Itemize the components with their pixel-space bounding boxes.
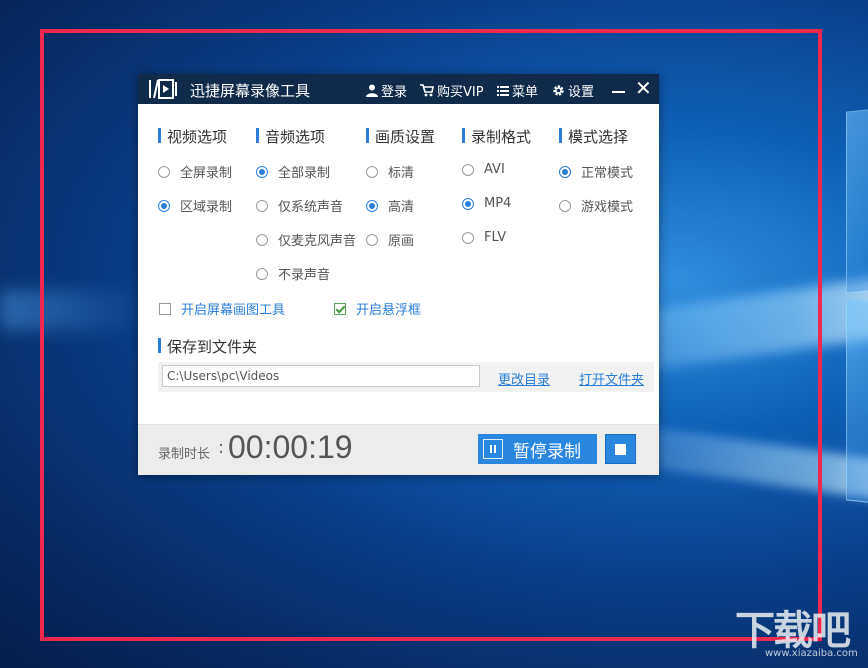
format-flv-option[interactable]: FLV [462,230,506,245]
site-watermark: 下载吧 www.xiazaiba.com [735,598,865,664]
stop-icon [615,444,626,455]
stop-recording-button[interactable] [605,434,636,464]
duration-colon: : [218,437,225,458]
option-label: 全部录制 [278,166,331,181]
option-label: AVI [484,162,505,177]
buy-vip-button[interactable]: 购买VIP [420,81,484,100]
option-label: 正常模式 [581,166,634,181]
float-window-label: 开启悬浮框 [356,303,422,318]
mode-game-option[interactable]: 游戏模式 [559,196,633,215]
quality-sd-option[interactable]: 标清 [366,162,414,181]
recording-status-bar: 录制时长 : 00:00:19 暂停录制 [138,424,659,475]
title-bar[interactable]: 迅捷屏幕录像工具 登录 购买VIP 菜单 设置 ✕ [138,74,659,104]
user-icon [366,84,378,97]
radio-unchecked-icon [256,233,268,246]
quality-hd-option[interactable]: 高清 [366,196,414,215]
list-menu-icon [497,85,509,96]
option-label: 仅系统声音 [278,200,344,215]
format-mp4-option[interactable]: MP4 [462,196,511,211]
option-label: 不录声音 [278,268,331,283]
radio-checked-icon [158,199,170,212]
video-fullscreen-option[interactable]: 全屏录制 [158,162,232,181]
settings-button[interactable]: 设置 [552,81,594,100]
radio-unchecked-icon [462,231,474,244]
pause-icon [483,439,503,459]
radio-unchecked-icon [366,165,378,178]
close-icon: ✕ [635,76,652,100]
option-label: 仅麦克风声音 [278,234,357,249]
record-format-heading: 录制格式 [462,126,531,147]
checkbox-unchecked-icon [159,302,171,315]
option-label: 区域录制 [180,200,233,215]
radio-unchecked-icon [158,165,170,178]
watermark-url: www.xiazaiba.com [765,648,858,659]
radio-checked-icon [256,165,268,178]
option-label: 原画 [388,234,415,249]
open-folder-link[interactable]: 打开文件夹 [579,369,644,388]
app-title: 迅捷屏幕录像工具 [190,82,311,100]
option-label: 游戏模式 [581,200,634,215]
desktop-window-logo-pane [846,108,868,294]
radio-unchecked-icon [256,267,268,280]
menu-button[interactable]: 菜单 [497,81,538,100]
audio-none-option[interactable]: 不录声音 [256,264,330,283]
app-logo-icon [149,79,177,99]
video-region-option[interactable]: 区域录制 [158,196,232,215]
option-label: MP4 [484,196,512,211]
pause-recording-label: 暂停录制 [513,441,581,462]
gear-icon [553,85,564,96]
login-label: 登录 [381,85,408,100]
draw-tool-checkbox[interactable]: 开启屏幕画图工具 [159,299,285,318]
mode-select-heading: 模式选择 [559,126,628,147]
option-label: 高清 [388,200,415,215]
option-label: 标清 [388,166,415,181]
save-folder-row: 更改目录 打开文件夹 [158,362,654,392]
checkbox-checked-icon [334,302,346,315]
audio-all-option[interactable]: 全部录制 [256,162,330,181]
audio-options-heading: 音频选项 [256,126,325,147]
buy-vip-label: 购买VIP [437,85,484,100]
radio-unchecked-icon [462,163,474,176]
radio-unchecked-icon [559,199,571,212]
close-button[interactable]: ✕ [635,77,652,99]
pause-recording-button[interactable]: 暂停录制 [478,434,597,464]
cart-icon [420,84,434,97]
quality-original-option[interactable]: 原画 [366,230,414,249]
quality-settings-heading: 画质设置 [366,126,435,147]
option-label: FLV [484,230,507,245]
change-directory-link[interactable]: 更改目录 [498,369,550,388]
recorder-window: 迅捷屏幕录像工具 登录 购买VIP 菜单 设置 ✕ 视频选项 全屏录制 区域录制… [138,74,659,475]
audio-mic-only-option[interactable]: 仅麦克风声音 [256,230,356,249]
save-folder-heading: 保存到文件夹 [158,336,257,357]
radio-checked-icon [366,199,378,212]
audio-system-only-option[interactable]: 仅系统声音 [256,196,343,215]
video-options-heading: 视频选项 [158,126,227,147]
mode-normal-option[interactable]: 正常模式 [559,162,633,181]
radio-unchecked-icon [366,233,378,246]
settings-label: 设置 [568,85,595,100]
option-label: 全屏录制 [180,166,233,181]
radio-checked-icon [559,165,571,178]
radio-unchecked-icon [256,199,268,212]
duration-label: 录制时长 [158,447,211,462]
radio-checked-icon [462,197,474,210]
draw-tool-label: 开启屏幕画图工具 [181,303,286,318]
duration-value: 00:00:19 [228,429,353,465]
desktop-window-logo-pane [846,298,868,504]
save-path-field[interactable] [162,365,480,387]
float-window-checkbox[interactable]: 开启悬浮框 [334,299,421,318]
login-button[interactable]: 登录 [366,81,407,100]
menu-label: 菜单 [512,85,539,100]
minimize-button[interactable] [612,79,626,99]
format-avi-option[interactable]: AVI [462,162,505,177]
